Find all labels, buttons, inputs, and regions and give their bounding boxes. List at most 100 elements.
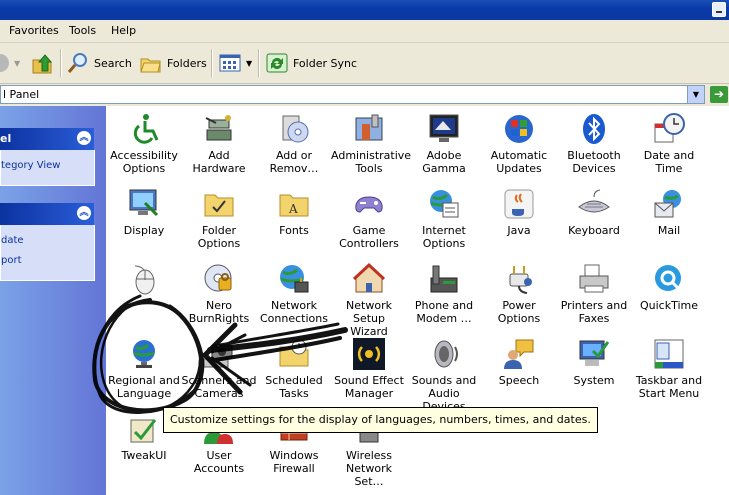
address-field[interactable]: l Panel ▼ — [0, 85, 705, 104]
item-label: Connections — [260, 312, 328, 325]
item-system[interactable]: System — [556, 337, 632, 387]
search-label: Search — [94, 56, 132, 70]
item-label: Options — [122, 162, 166, 175]
see-also-header[interactable]: ︽ — [0, 203, 94, 225]
item-bluetooth-devices[interactable]: Bluetooth Devices — [556, 112, 632, 175]
minimize-button[interactable] — [712, 2, 726, 17]
item-power-options[interactable]: Power Options — [481, 262, 557, 325]
item-label: Sounds and — [411, 374, 477, 387]
toolbar-separator — [258, 49, 260, 77]
fonts-icon: A — [279, 194, 309, 217]
up-folder-button[interactable] — [30, 51, 54, 75]
item-automatic-updates[interactable]: Automatic Updates — [481, 112, 557, 175]
item-adobe-gamma[interactable]: Adobe Gamma — [406, 112, 482, 175]
item-phone-and-modem[interactable]: Phone and Modem … — [406, 262, 482, 325]
item-java[interactable]: Java — [481, 187, 557, 237]
folder-sync-label: Folder Sync — [293, 56, 358, 70]
collapse-chevron-icon[interactable]: ︽ — [77, 206, 91, 220]
nero-burnrights-icon — [204, 264, 232, 292]
item-label: Faxes — [578, 312, 610, 325]
toolbar: ▼ Search Folders ▼ Folder Sync — [0, 43, 729, 84]
menu-favorites[interactable]: Favorites — [9, 24, 59, 37]
windows-update-link[interactable]: date — [1, 235, 24, 246]
item-add-hardware[interactable]: Add Hardware — [181, 112, 257, 175]
scheduled-tasks-icon — [279, 339, 309, 367]
item-fonts[interactable]: A Fonts — [256, 187, 332, 237]
item-label: Nero — [205, 299, 232, 312]
item-mouse[interactable] — [106, 262, 182, 299]
menu-tools[interactable]: Tools — [69, 24, 96, 37]
menu-help[interactable]: Help — [111, 24, 136, 37]
regional-language-icon — [133, 340, 155, 368]
menu-bar: Favorites Tools Help — [0, 20, 729, 43]
item-internet-options[interactable]: Internet Options — [406, 187, 482, 250]
item-sounds-and-audio-devices[interactable]: Sounds and Audio Devices — [406, 337, 482, 413]
item-label: Speech — [498, 374, 540, 387]
item-add-remove-programs[interactable]: Add or Remov… — [256, 112, 332, 175]
item-label: Add or — [275, 149, 313, 162]
item-date-and-time[interactable]: Date and Time — [631, 112, 707, 175]
game-controllers-icon — [355, 196, 383, 213]
item-printers-and-faxes[interactable]: Printers and Faxes — [556, 262, 632, 325]
item-label: Scanners and — [181, 374, 257, 387]
switch-category-view-link[interactable]: tegory View — [1, 160, 60, 171]
item-label: Scheduled — [265, 374, 323, 387]
item-network-connections[interactable]: Network Connections — [256, 262, 332, 325]
item-label: Phone and — [414, 299, 474, 312]
address-dropdown-icon[interactable]: ▼ — [687, 86, 704, 103]
back-arrow-icon — [0, 54, 9, 72]
tooltip-text: Customize settings for the display of la… — [170, 413, 591, 426]
item-speech[interactable]: Speech — [481, 337, 557, 387]
item-label: System — [573, 374, 615, 387]
item-folder-options[interactable]: Folder Options — [181, 187, 257, 250]
toolbar-separator — [211, 49, 213, 77]
item-label: Start Menu — [638, 387, 700, 400]
item-label: Tasks — [279, 387, 309, 400]
folders-label: Folders — [167, 56, 207, 70]
collapse-chevron-icon[interactable]: ︽ — [77, 131, 91, 145]
control-panel-header[interactable]: el ︽ — [0, 128, 94, 150]
views-dropdown-icon: ▼ — [246, 58, 253, 68]
item-label: Options — [422, 237, 466, 250]
item-quicktime[interactable]: QuickTime — [631, 262, 707, 312]
views-button[interactable]: ▼ — [218, 51, 252, 75]
task-pane: el ︽ tegory View ︽ date port — [0, 106, 106, 495]
item-network-setup-wizard[interactable]: Network Setup Wizard — [331, 262, 407, 338]
item-taskbar-and-start-menu[interactable]: Taskbar and Start Menu — [631, 337, 707, 400]
item-scheduled-tasks[interactable]: Scheduled Tasks — [256, 337, 332, 400]
item-mail[interactable]: Mail — [631, 187, 707, 237]
go-arrow-icon[interactable]: ➔ — [710, 86, 728, 103]
item-nero-burnrights[interactable]: Nero BurnRights — [181, 262, 257, 325]
item-label: Power Options — [497, 299, 541, 325]
item-display[interactable]: Display — [106, 187, 182, 237]
mouse-icon — [134, 265, 155, 295]
accessibility-icon — [133, 114, 159, 144]
back-dropdown-icon: ▼ — [14, 58, 21, 68]
control-panel-body: tegory View — [0, 150, 95, 186]
item-accessibility-options[interactable]: Accessibility Options — [106, 112, 182, 175]
help-support-link[interactable]: port — [1, 255, 22, 266]
folder-sync-button[interactable]: Folder Sync — [265, 51, 357, 75]
date-time-icon — [654, 113, 685, 143]
item-label: Administrative — [331, 149, 412, 162]
network-connections-icon — [280, 265, 309, 293]
item-scanners-and-cameras[interactable]: Scanners and Cameras — [181, 337, 257, 400]
item-sound-effect-manager[interactable]: Sound Effect Manager — [331, 337, 407, 400]
system-icon — [579, 340, 610, 366]
network-setup-wizard-icon — [352, 262, 386, 293]
item-keyboard[interactable]: Keyboard — [556, 187, 632, 237]
adobe-gamma-icon — [429, 114, 459, 142]
item-label: Keyboard — [568, 224, 620, 237]
item-administrative-tools[interactable]: Administrative Tools — [331, 112, 412, 175]
item-label: BurnRights — [188, 312, 250, 325]
item-regional-and-language[interactable]: Regional and Language — [106, 337, 182, 400]
folders-button[interactable]: Folders — [139, 51, 207, 75]
panel-title: el — [0, 132, 12, 145]
item-label: Sound Effect — [334, 374, 404, 387]
back-button[interactable]: ▼ — [0, 51, 20, 75]
item-game-controllers[interactable]: Game Controllers — [331, 187, 407, 250]
search-button[interactable]: Search — [66, 51, 132, 75]
item-label: Firewall — [273, 462, 315, 475]
item-label: Add Hardware — [192, 149, 246, 175]
item-label: Game — [352, 224, 386, 237]
